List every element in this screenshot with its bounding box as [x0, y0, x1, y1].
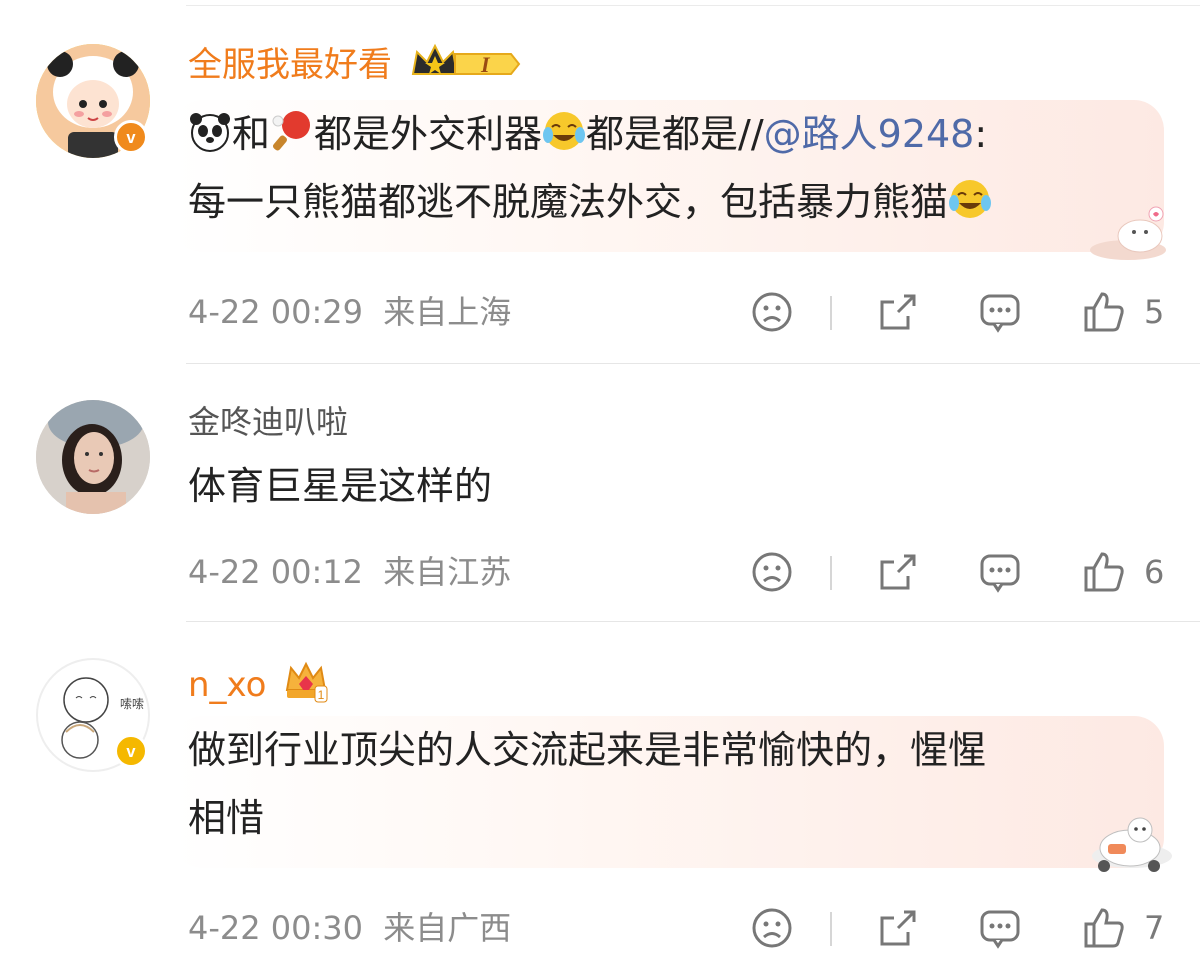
comment-item: 金咚迪叭啦 体育巨星是这样的 4-22 00:12 来自江苏 6: [0, 364, 1200, 622]
crown-badge-icon: 1: [286, 661, 328, 703]
share-icon[interactable]: [874, 288, 922, 336]
comment-text: 和 都是外交利器 都是都是//@路人9248: 每一只熊猫都逃不脱魔法外交，包括…: [188, 100, 1148, 236]
svg-text:I: I: [480, 52, 491, 77]
separator: [830, 296, 832, 330]
location: 来自广西: [383, 909, 512, 947]
ping-pong-icon: [272, 111, 311, 151]
laughing-tears-icon: [949, 180, 992, 218]
avatar[interactable]: 嗦嗦 v: [36, 658, 150, 772]
separator: [830, 556, 832, 590]
share-icon[interactable]: [874, 548, 922, 596]
woman-photo-icon: [36, 400, 150, 514]
comment-list: v 全服我最好看 I 和 都是外交利器 都是都是//@路人9248: 每一只熊猫…: [0, 0, 1200, 975]
action-bar: 7: [740, 904, 1180, 954]
comment-item: v 全服我最好看 I 和 都是外交利器 都是都是//@路人9248: 每一只熊猫…: [0, 0, 1200, 364]
dislike-face-icon[interactable]: [748, 548, 796, 596]
like-count: 6: [1144, 553, 1165, 591]
separator: [830, 912, 832, 946]
crown-badge-icon: I: [411, 43, 521, 77]
comment-text: 体育巨星是这样的: [188, 464, 493, 508]
verified-icon: v: [114, 734, 148, 768]
comment-meta: 4-22 00:30 来自广西: [188, 908, 511, 948]
like-count: 7: [1144, 909, 1165, 947]
svg-text:v: v: [126, 129, 136, 147]
comment-icon[interactable]: [976, 548, 1024, 596]
timestamp: 4-22 00:29: [188, 293, 364, 331]
action-bar: 6: [740, 548, 1180, 598]
comment-item: 嗦嗦 v n_xo 1 做到行业顶尖的人交流起来是非常愉快的，惺惺 相惜 4-2…: [0, 622, 1200, 975]
comment-text: 做到行业顶尖的人交流起来是非常愉快的，惺惺 相惜: [188, 728, 987, 840]
svg-text:嗦嗦: 嗦嗦: [120, 697, 144, 711]
laughing-tears-icon: [543, 112, 586, 150]
panda-icon: [190, 113, 230, 152]
username[interactable]: n_xo 1: [188, 660, 329, 707]
svg-text:1: 1: [318, 688, 325, 702]
timestamp: 4-22 00:30: [188, 909, 364, 947]
like-icon[interactable]: [1080, 288, 1128, 336]
verified-icon: v: [114, 120, 148, 154]
like-icon[interactable]: [1080, 904, 1128, 952]
like-count: 5: [1144, 293, 1165, 331]
username[interactable]: 全服我最好看 I: [188, 42, 523, 87]
comment-icon[interactable]: [976, 904, 1024, 952]
mention-link[interactable]: @路人9248: [764, 112, 975, 156]
location: 来自上海: [383, 293, 512, 331]
dislike-face-icon[interactable]: [748, 288, 796, 336]
svg-text:v: v: [126, 743, 136, 761]
like-icon[interactable]: [1080, 548, 1128, 596]
username[interactable]: 金咚迪叭啦: [188, 400, 348, 444]
share-icon[interactable]: [874, 904, 922, 952]
comment-meta: 4-22 00:29 来自上海: [188, 292, 511, 332]
comment-meta: 4-22 00:12 来自江苏: [188, 552, 511, 592]
action-bar: 5: [740, 288, 1180, 338]
timestamp: 4-22 00:12: [188, 553, 364, 591]
comment-icon[interactable]: [976, 288, 1024, 336]
location: 来自江苏: [383, 553, 512, 591]
avatar[interactable]: [36, 400, 150, 514]
dislike-face-icon[interactable]: [748, 904, 796, 952]
avatar[interactable]: v: [36, 44, 150, 158]
